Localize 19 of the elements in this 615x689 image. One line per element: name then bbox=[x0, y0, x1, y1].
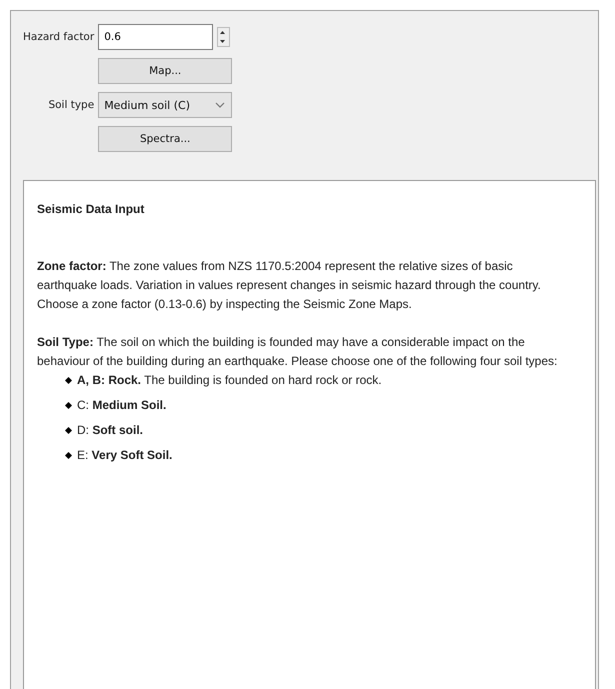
bullet-icon bbox=[65, 427, 72, 434]
list-item-text: C: Medium Soil. bbox=[77, 397, 166, 414]
field-label: Hazard factor bbox=[23, 31, 94, 43]
spectra-button[interactable]: Spectra... bbox=[98, 126, 232, 152]
list-item-text: E: Very Soft Soil. bbox=[77, 447, 172, 464]
help-paragraph: Zone factor: The zone values from NZS 1170.5:2004 represent the relative sizes of basic earthquake loads. Variation in values represent changes in seismic hazard through the country. Choose a zone factor (0.13-0.6) by inspecting the Seismic Zone Maps. bbox=[37, 258, 542, 313]
hazard-factor-field[interactable]: 0.6 bbox=[98, 24, 214, 50]
bullet-icon bbox=[65, 377, 72, 384]
field-label: Soil type bbox=[47, 99, 94, 111]
help-paragraph: Soil Type: The soil on which the building is founded may have a considerable impact on the behaviour of the building during an earthquake. Please choose one of the following four soil types: bbox=[37, 334, 558, 370]
help-title: Seismic Data Input bbox=[37, 201, 146, 218]
bullet-icon bbox=[65, 402, 72, 409]
list-item-text: A, B: Rock. The building is founded on hard rock or rock. bbox=[77, 372, 382, 389]
bullet-icon bbox=[65, 452, 72, 459]
chevron-down-icon bbox=[215, 102, 226, 108]
soil-type-dropdown[interactable]: Medium soil (C) bbox=[98, 92, 232, 118]
list-item-text: D: Soft soil. bbox=[77, 422, 144, 439]
map-button[interactable]: Map... bbox=[98, 58, 232, 84]
spinner-control[interactable] bbox=[217, 27, 230, 47]
